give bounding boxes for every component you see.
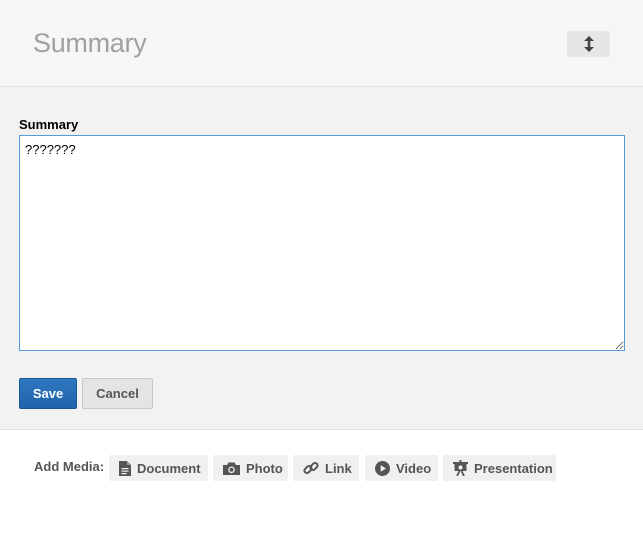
add-presentation-button[interactable]: Presentation [443,455,556,481]
document-icon [119,460,131,476]
presentation-label: Presentation [474,460,553,476]
add-video-button[interactable]: Video [365,455,438,481]
document-label: Document [137,460,201,476]
play-icon [375,460,390,476]
photo-label: Photo [246,460,283,476]
summary-field-label: Summary [19,117,79,132]
video-label: Video [396,460,432,476]
up-down-arrow-icon [583,36,594,52]
camera-icon [223,462,240,475]
add-media-bar: Add Media: Document Photo Link Video Pre… [0,431,643,538]
summary-textarea[interactable]: ??????? [19,135,625,351]
edit-panel: Summary ??????? Save Cancel [0,87,643,430]
add-media-label: Add Media: [34,459,105,474]
save-button[interactable]: Save [19,378,77,409]
presentation-icon [453,460,468,476]
link-label: Link [325,460,352,476]
add-document-button[interactable]: Document [109,455,208,481]
cancel-button[interactable]: Cancel [82,378,153,409]
link-icon [303,461,319,475]
add-link-button[interactable]: Link [293,455,359,481]
section-title: Summary [33,28,147,58]
add-photo-button[interactable]: Photo [213,455,288,481]
section-header: Summary [0,0,643,87]
reorder-button[interactable] [567,31,610,57]
